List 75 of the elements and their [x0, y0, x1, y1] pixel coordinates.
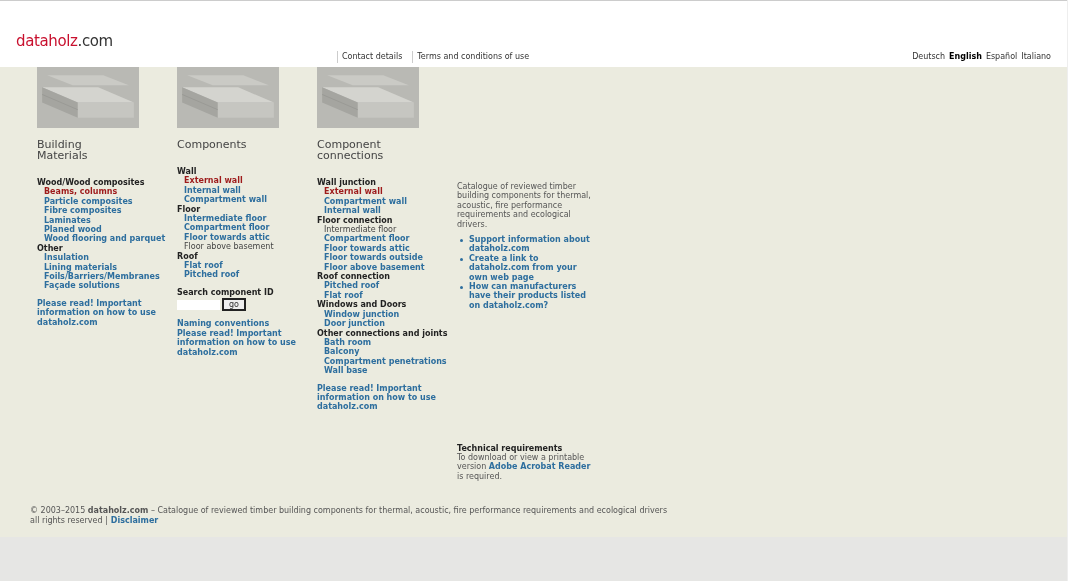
rights-text: all rights reserved |	[30, 515, 108, 525]
nav-link[interactable]: Terms and conditions of use	[412, 51, 530, 63]
category-link[interactable]: Floor towards attic	[324, 243, 410, 254]
category-link[interactable]: Internal wall	[324, 206, 381, 216]
language-link[interactable]: English	[949, 51, 982, 63]
category-link[interactable]: Flat roof	[184, 261, 223, 271]
category-link[interactable]: External wall	[324, 187, 383, 197]
site-logo[interactable]: dataholz.com	[16, 32, 113, 50]
category-link[interactable]: Floor towards attic	[184, 232, 270, 243]
category-link[interactable]: Floor towards outside	[324, 253, 423, 263]
category-heading: Roof connection	[317, 272, 390, 282]
category-link[interactable]: Particle composites	[44, 196, 133, 207]
bullet-icon	[460, 239, 463, 243]
search-field[interactable]	[177, 299, 220, 310]
tech-text: To download or view a printable version Adobe Acrobat Reader is required.	[457, 452, 592, 482]
category-link[interactable]: Compartment floor	[324, 234, 410, 244]
language-link[interactable]: Italiano	[1021, 51, 1051, 63]
category-link[interactable]: Intermediate floor	[324, 225, 397, 235]
category-link[interactable]: Planed wood	[44, 225, 102, 235]
info-link[interactable]: Create a link to dataholz.com from your own web page	[469, 253, 597, 283]
language-link[interactable]: Deutsch	[912, 51, 946, 63]
copyright-text: © 2003–2015 dataholz.com – Catalogue of reviewed timber building components for thermal, acoustic, fire performance requirements and ecological drivers	[30, 506, 669, 516]
column-title[interactable]: Building Materials	[37, 139, 133, 161]
category-heading: Roof	[177, 251, 198, 261]
info-link[interactable]: Naming conventions	[177, 319, 311, 329]
category-link[interactable]: Façade solutions	[44, 281, 120, 291]
category-link[interactable]: Lining materials	[44, 262, 118, 273]
category-link[interactable]: Flat roof	[324, 290, 363, 301]
category-heading: Windows and Doors	[317, 300, 407, 310]
language-link[interactable]: Español	[985, 51, 1018, 63]
nav-link[interactable]: Contact details	[342, 51, 403, 63]
category-link[interactable]: Beams, columns	[44, 187, 118, 197]
category-heading: Other connections and joints	[317, 328, 448, 338]
category-heading: Floor	[177, 204, 201, 214]
disclaimer-link[interactable]: Disclaimer	[110, 515, 159, 525]
acrobat-link[interactable]: Adobe Acrobat Reader	[488, 462, 591, 472]
category-link[interactable]: Compartment wall	[184, 195, 267, 205]
category-link[interactable]: Pitched roof	[324, 281, 380, 291]
column-title[interactable]: Components	[177, 139, 273, 150]
category-heading: Floor connection	[317, 215, 393, 225]
category-heading: Wood/Wood composites	[37, 178, 145, 187]
category-link[interactable]: Balcony	[324, 347, 360, 357]
category-heading: Wall	[177, 167, 197, 176]
category-link[interactable]: External wall	[184, 176, 243, 186]
category-link[interactable]: Compartment wall	[324, 196, 407, 207]
category-heading: Other	[37, 243, 63, 253]
category-link[interactable]: Compartment penetrations	[324, 356, 447, 367]
search-label: Search component ID	[177, 287, 275, 298]
intro-text: Catalogue of reviewed timber building components for thermal, acoustic, fire performance requirements and ecological drivers.	[457, 182, 592, 230]
tech-title: Technical requirements	[457, 443, 563, 453]
category-link[interactable]: Pitched roof	[184, 270, 240, 280]
category-link[interactable]: Wall base	[324, 366, 368, 376]
info-link[interactable]: How can manufacturers have their products listed on dataholz.com?	[469, 282, 597, 311]
category-link[interactable]: Door junction	[324, 319, 385, 329]
category-link[interactable]: Floor above basement	[184, 242, 274, 252]
category-link[interactable]: Floor above basement	[324, 262, 425, 273]
column-title[interactable]: Component connections	[317, 139, 413, 161]
bullet-icon	[460, 257, 463, 261]
category-link[interactable]: Laminates	[44, 215, 91, 226]
category-link[interactable]: Wood flooring and parquet	[44, 234, 166, 244]
category-link[interactable]: Insulation	[44, 253, 90, 263]
category-link[interactable]: Fibre composites	[44, 206, 122, 216]
category-link[interactable]: Intermediate floor	[184, 214, 267, 224]
category-link[interactable]: Foils/Barriers/Membranes	[44, 272, 160, 282]
info-link[interactable]: Please read! Important information on how to use dataholz.com	[317, 383, 451, 412]
category-link[interactable]: Compartment floor	[184, 223, 270, 233]
info-link[interactable]: Please read! Important information on how to use dataholz.com	[37, 298, 171, 328]
category-link[interactable]: Window junction	[324, 309, 400, 320]
info-link[interactable]: Support information about dataholz.com	[469, 235, 597, 254]
bullet-icon	[460, 286, 463, 290]
go-button[interactable]: go	[222, 298, 246, 312]
category-link[interactable]: Bath room	[324, 337, 372, 348]
category-link[interactable]: Internal wall	[184, 185, 241, 196]
category-heading: Wall junction	[317, 178, 376, 188]
info-link[interactable]: Please read! Important information on how to use dataholz.com	[177, 328, 311, 357]
